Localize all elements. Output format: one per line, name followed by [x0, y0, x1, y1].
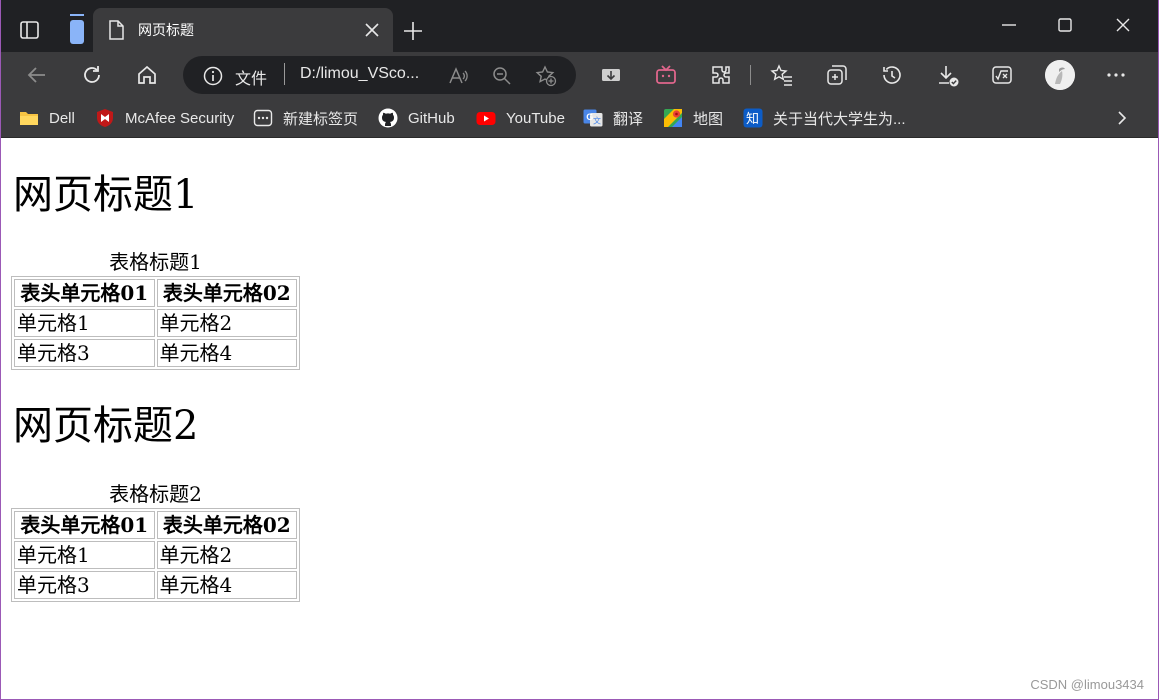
table-row: 单元格1 单元格2: [14, 541, 297, 569]
table-caption-1: 表格标题1: [109, 250, 202, 274]
math-solver-icon[interactable]: [990, 63, 1014, 87]
folder-icon: [19, 108, 39, 128]
chevron-right-icon[interactable]: [1112, 108, 1132, 128]
favorites-icon[interactable]: [770, 63, 794, 87]
new-tab-icon[interactable]: [402, 20, 424, 42]
minimize-icon[interactable]: [998, 14, 1020, 36]
add-favorite-icon[interactable]: [535, 65, 557, 87]
data-table-1: 表头单元格01 表头单元格02 单元格1 单元格2 单元格3 单元格4: [11, 276, 300, 370]
youtube-icon: [476, 108, 496, 128]
favorite-item-translate[interactable]: G文 翻译: [583, 98, 643, 138]
tv-extension-icon[interactable]: [654, 63, 678, 87]
zoom-out-icon[interactable]: [491, 65, 513, 87]
history-icon[interactable]: [880, 63, 904, 87]
table-cell: 单元格4: [156, 339, 297, 367]
browser-window: 网页标题 文件 D:/limou_VSco... Dell McAfee Sec…: [0, 0, 1159, 700]
active-tab[interactable]: 网页标题: [93, 8, 393, 52]
data-table-2: 表头单元格01 表头单元格02 单元格1 单元格2 单元格3 单元格4: [11, 508, 300, 602]
close-tab-icon[interactable]: [363, 21, 381, 39]
toolbar-divider: [750, 65, 751, 85]
favorite-item-youtube[interactable]: YouTube: [476, 98, 565, 138]
table-cell: 单元格3: [14, 571, 155, 599]
favorite-label: 翻译: [613, 110, 644, 128]
table-header-row: 表头单元格01 表头单元格02: [14, 511, 297, 539]
url-text[interactable]: D:/limou_VSco...: [300, 65, 419, 83]
favorite-label: 关于当代大学生为...: [773, 110, 906, 128]
favorite-label: Dell: [49, 109, 75, 127]
favorite-item-new-tab-page[interactable]: 新建标签页: [253, 98, 358, 138]
table-cell: 单元格4: [156, 571, 297, 599]
tab-bar: 网页标题: [1, 0, 1158, 52]
collections-icon[interactable]: [825, 63, 849, 87]
url-scheme-label: 文件: [235, 71, 268, 88]
home-icon[interactable]: [135, 63, 159, 87]
svg-text:文: 文: [593, 116, 601, 126]
address-separator: [284, 63, 285, 85]
favorite-label: 新建标签页: [283, 110, 359, 128]
favorite-label: McAfee Security: [125, 109, 235, 127]
table-row: 单元格3 单元格4: [14, 571, 297, 599]
table-cell: 单元格1: [14, 309, 155, 337]
back-icon[interactable]: [25, 63, 49, 87]
github-icon: [378, 108, 398, 128]
tab-actions-icon[interactable]: [19, 19, 41, 41]
svg-text:知: 知: [746, 111, 759, 127]
more-menu-icon[interactable]: [1104, 63, 1128, 87]
table-cell: 单元格2: [156, 309, 297, 337]
info-icon[interactable]: [203, 66, 223, 86]
mcafee-icon: [95, 108, 115, 128]
collections-download-icon[interactable]: [599, 63, 623, 87]
page-heading-2: 网页标题2: [13, 403, 199, 449]
favorite-label: YouTube: [506, 109, 565, 127]
new-tab-page-icon: [253, 108, 273, 128]
page-heading-1: 网页标题1: [13, 172, 199, 218]
translate-icon: G文: [583, 108, 603, 128]
maximize-icon[interactable]: [1054, 14, 1076, 36]
table-header-cell: 表头单元格01: [14, 279, 155, 307]
profile-avatar[interactable]: [1045, 60, 1075, 90]
favorite-label: 地图: [693, 110, 724, 128]
extensions-icon[interactable]: [709, 63, 733, 87]
page-icon: [107, 20, 125, 40]
tab-title: 网页标题: [138, 22, 194, 38]
table-header-cell: 表头单元格01: [14, 511, 155, 539]
table-row: 单元格3 单元格4: [14, 339, 297, 367]
table-header-row: 表头单元格01 表头单元格02: [14, 279, 297, 307]
toolbar: 文件 D:/limou_VSco...: [1, 52, 1158, 98]
favorites-bar: Dell McAfee Security 新建标签页 GitHub YouTub…: [1, 98, 1158, 138]
favorite-item-github[interactable]: GitHub: [378, 98, 455, 138]
table-header-cell: 表头单元格02: [156, 279, 297, 307]
page-content: 网页标题1 表格标题1 表头单元格01 表头单元格02 单元格1 单元格2 单元…: [1, 139, 1158, 699]
read-aloud-icon[interactable]: [447, 65, 469, 87]
table-cell: 单元格3: [14, 339, 155, 367]
table-header-cell: 表头单元格02: [156, 511, 297, 539]
table-cell: 单元格1: [14, 541, 155, 569]
csdn-watermark: CSDN @limou3434: [1030, 677, 1144, 692]
address-bar[interactable]: 文件 D:/limou_VSco...: [183, 56, 576, 94]
favorite-item-maps[interactable]: 地图: [663, 98, 723, 138]
favorite-item-mcafee[interactable]: McAfee Security: [95, 98, 234, 138]
favorite-item-dell[interactable]: Dell: [19, 98, 75, 138]
table-cell: 单元格2: [156, 541, 297, 569]
table-caption-2: 表格标题2: [109, 482, 202, 506]
zhihu-icon: 知: [743, 108, 763, 128]
maps-icon: [663, 108, 683, 128]
close-window-icon[interactable]: [1112, 14, 1134, 36]
refresh-icon[interactable]: [80, 63, 104, 87]
downloads-icon[interactable]: [935, 63, 959, 87]
vertical-tabs-icon[interactable]: [69, 14, 85, 44]
favorite-item-zhihu[interactable]: 知 关于当代大学生为...: [743, 98, 906, 138]
table-row: 单元格1 单元格2: [14, 309, 297, 337]
favorite-label: GitHub: [408, 109, 455, 127]
